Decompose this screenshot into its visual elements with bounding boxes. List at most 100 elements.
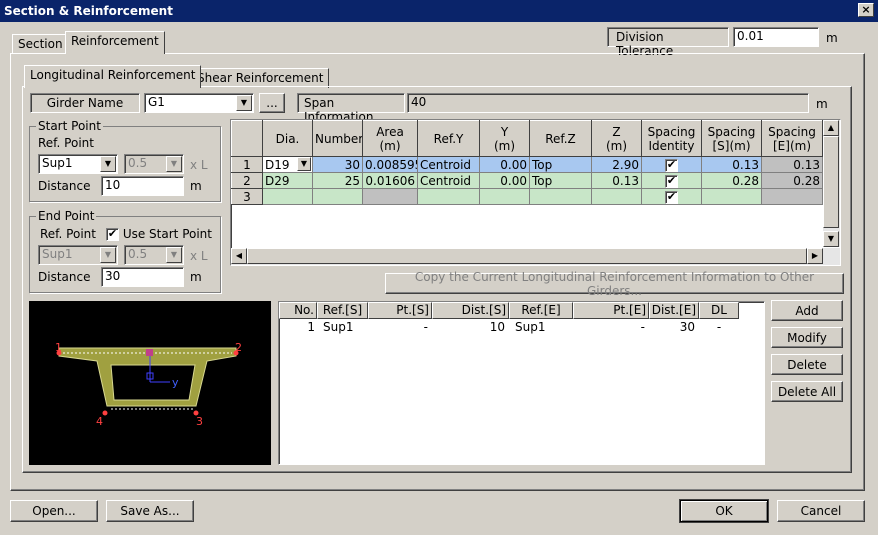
list-ref-e: Sup1 — [515, 320, 546, 334]
table-row[interactable]: 2 D29 25 0.01606 Centroid 0.00 Top 0.13 … — [231, 172, 823, 189]
end-distance-input[interactable]: 30 — [101, 267, 184, 287]
save-as-button[interactable]: Save As... — [106, 500, 194, 522]
row-header[interactable]: 3 — [231, 188, 263, 205]
ok-button[interactable]: OK — [679, 499, 769, 523]
list-col-header[interactable]: Dist.[S] — [432, 302, 509, 319]
vertical-scrollbar[interactable]: ▲ ▼ — [823, 120, 840, 247]
reference-marker — [146, 349, 153, 356]
chevron-down-icon[interactable]: ▼ — [100, 156, 116, 172]
end-distance-unit: m — [190, 270, 202, 284]
dia-cell[interactable] — [262, 188, 313, 205]
modify-button[interactable]: Modify — [771, 327, 843, 348]
area-cell[interactable]: 0.008595 — [362, 156, 418, 173]
z-cell[interactable] — [591, 188, 642, 205]
check-icon[interactable]: ✔ — [665, 190, 678, 204]
girder-more-button[interactable]: ... — [259, 93, 285, 113]
delete-all-button[interactable]: Delete All — [771, 381, 843, 402]
list-col-header[interactable]: Dist.[E] — [649, 302, 699, 319]
table-row[interactable]: 3 ✔ — [231, 188, 823, 205]
header-text: Z (m) — [605, 124, 628, 153]
number-cell[interactable]: 25 — [312, 172, 363, 189]
dia-cell[interactable]: D29 — [262, 172, 313, 189]
list-col-header[interactable]: Ref.[E] — [509, 302, 573, 319]
header-text: Ref.Z — [545, 131, 576, 146]
col-header: Spacing Identity — [641, 120, 702, 157]
copy-to-other-girders-button[interactable]: Copy the Current Longitudinal Reinforcem… — [385, 270, 844, 298]
scroll-down-icon[interactable]: ▼ — [823, 231, 839, 247]
spacing-s-cell[interactable] — [701, 188, 762, 205]
list-dist-s: 10 — [489, 320, 505, 334]
row-header[interactable]: 1 — [231, 156, 263, 173]
y-cell[interactable]: 0.00 — [479, 156, 530, 173]
list-dl: - — [716, 320, 722, 334]
list-col-header[interactable]: Pt.[E] — [573, 302, 649, 319]
scroll-thumb[interactable] — [247, 248, 807, 264]
start-distance-input[interactable]: 10 — [101, 176, 184, 196]
list-col-header[interactable]: Ref.[S] — [317, 302, 368, 319]
end-ratio-select: 0.5 ▼ — [124, 245, 184, 265]
point-1-label: 1 — [55, 341, 62, 354]
spacing-s-cell[interactable]: 0.13 — [701, 156, 762, 173]
spacing-identity-cell[interactable]: ✔ — [641, 188, 702, 205]
z-cell[interactable]: 0.13 — [591, 172, 642, 189]
spacing-e-cell: 0.13 — [761, 156, 823, 173]
spacing-s-cell[interactable]: 0.28 — [701, 172, 762, 189]
open-button[interactable]: Open... — [10, 500, 98, 522]
horizontal-scrollbar[interactable]: ◀ ▶ — [231, 248, 840, 265]
check-icon[interactable]: ✔ — [665, 158, 678, 172]
division-tolerance-input[interactable]: 0.01 — [733, 27, 819, 47]
scroll-thumb[interactable] — [823, 136, 839, 228]
chevron-down-icon: ▼ — [100, 247, 116, 263]
division-unit: m — [826, 31, 838, 45]
refz-cell[interactable]: Top — [529, 156, 592, 173]
cancel-button[interactable]: Cancel — [777, 500, 865, 522]
header-text: Spacing Identity — [647, 124, 696, 153]
z-cell[interactable]: 2.90 — [591, 156, 642, 173]
spacing-identity-cell[interactable]: ✔ — [641, 156, 702, 173]
list-item[interactable]: 1 Sup1 - 10 Sup1 - 30 - — [279, 319, 764, 335]
refz-cell[interactable]: Top — [529, 172, 592, 189]
span-info-label: Span Information — [297, 93, 405, 124]
y-cell[interactable]: 0.00 — [479, 172, 530, 189]
refy-cell[interactable]: Centroid — [417, 156, 480, 173]
check-icon[interactable]: ✔ — [106, 228, 119, 241]
scroll-up-icon[interactable]: ▲ — [823, 120, 839, 136]
number-cell[interactable] — [312, 188, 363, 205]
tab-shear[interactable]: Shear Reinforcement — [191, 68, 330, 88]
start-ref-select[interactable]: Sup1 ▼ — [38, 154, 118, 174]
spacing-identity-cell[interactable]: ✔ — [641, 172, 702, 189]
chevron-down-icon[interactable]: ▼ — [236, 95, 252, 111]
row-header[interactable]: 2 — [231, 172, 263, 189]
rebar-grid[interactable]: Dia. Number Area (m) Ref.Y Y (m) Ref.Z Z… — [230, 119, 841, 266]
delete-button[interactable]: Delete — [771, 354, 843, 375]
list-col-header[interactable]: Pt.[S] — [368, 302, 432, 319]
refz-cell[interactable] — [529, 188, 592, 205]
area-cell — [362, 188, 418, 205]
number-cell[interactable]: 30 — [312, 156, 363, 173]
scroll-left-icon[interactable]: ◀ — [231, 248, 247, 264]
dia-cell[interactable]: D19 ▼ — [262, 156, 313, 173]
scroll-right-icon[interactable]: ▶ — [807, 248, 823, 264]
y-cell[interactable] — [479, 188, 530, 205]
list-col-header[interactable]: DL — [699, 302, 739, 319]
y-axis-label: y — [172, 376, 179, 389]
rebar-list[interactable]: No. Ref.[S] Pt.[S] Dist.[S] Ref.[E] Pt.[E] Dis… — [278, 301, 765, 465]
girder-name-select[interactable]: G1 ▼ — [144, 93, 254, 113]
close-icon[interactable]: × — [858, 3, 874, 17]
use-start-point-checkbox[interactable]: ✔ Use Start Point — [106, 227, 212, 241]
end-distance-label: Distance — [38, 270, 91, 284]
table-row[interactable]: 1 D19 ▼ 30 0.008595 Centroid 0.00 Top 2.9… — [231, 156, 823, 173]
list-pt-s: - — [423, 320, 428, 334]
add-button[interactable]: Add — [771, 300, 843, 321]
header-text: Number — [315, 131, 363, 146]
refy-cell[interactable] — [417, 188, 480, 205]
tab-reinforcement[interactable]: Reinforcement — [65, 31, 165, 54]
list-col-header[interactable]: No. — [279, 302, 317, 319]
refy-cell[interactable]: Centroid — [417, 172, 480, 189]
chevron-down-icon[interactable]: ▼ — [297, 157, 311, 171]
area-cell[interactable]: 0.01606 — [362, 172, 418, 189]
tab-longitudinal[interactable]: Longitudinal Reinforcement — [24, 65, 202, 88]
tab-section[interactable]: Section — [12, 34, 69, 54]
end-xl-label: x L — [190, 249, 208, 263]
check-icon[interactable]: ✔ — [665, 174, 678, 188]
